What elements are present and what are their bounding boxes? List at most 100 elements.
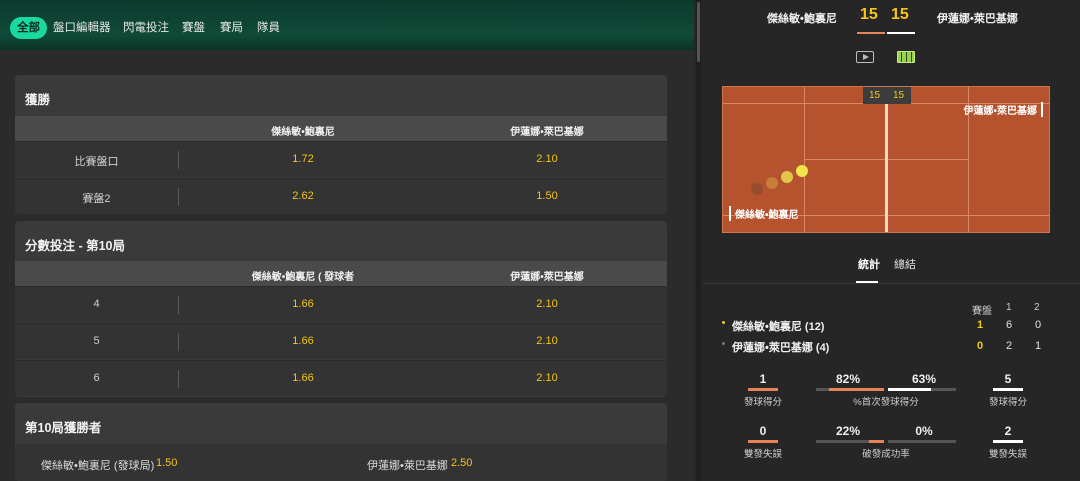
- aces-label: 發球得分: [743, 397, 782, 408]
- row-label: 6: [93, 372, 100, 384]
- set1-header: 1: [1006, 302, 1012, 313]
- video-icon[interactable]: [856, 51, 874, 63]
- player2-name: 伊蓮娜•萊巴基娜: [937, 13, 1018, 25]
- table-row: 賽盤2 2.62 1.50: [15, 178, 667, 214]
- player2-sets-won: 0: [976, 340, 984, 352]
- table-row: 比賽盤口 1.72 2.10: [15, 141, 667, 177]
- aces-p1-bar: [748, 388, 778, 391]
- court-player1-label: 傑絲敏•鮑裏尼: [729, 206, 799, 221]
- first-serve-p2-bar: [888, 388, 931, 391]
- player1-row-name: 傑絲敏•鮑裏尼 (12): [732, 321, 825, 333]
- player2-set1: 2: [1005, 340, 1013, 352]
- tab-stats[interactable]: 統計: [858, 256, 880, 272]
- odds-button[interactable]: 2.10: [427, 298, 667, 310]
- double-faults-p1-bar: [748, 440, 778, 443]
- divider: [178, 296, 179, 314]
- left-panel: 全部 盤口編輯器 閃電投注 賽盤 賽局 隊員 獲勝 傑絲敏•鮑裏尼 伊蓮娜•萊巴…: [0, 0, 694, 481]
- divider: [178, 333, 179, 351]
- serve-indicator: [722, 342, 725, 345]
- player1-set2: 0: [1034, 319, 1042, 331]
- first-serve-p1: 82%: [835, 372, 861, 386]
- break-points-p2: 0%: [915, 424, 933, 438]
- col-player1: 傑絲敏•鮑裏尼 ( 發球者: [251, 272, 355, 283]
- card-title: 第10局獲勝者: [25, 421, 102, 435]
- nav-flash-bet[interactable]: 閃電投注: [123, 17, 169, 39]
- scrollbar-thumb[interactable]: [697, 2, 700, 62]
- break-points-p1-bar: [869, 440, 884, 443]
- odds-button[interactable]: 2.10: [427, 372, 667, 384]
- odds-button[interactable]: 1.66: [183, 335, 423, 347]
- odds-button[interactable]: 2.62: [183, 190, 423, 202]
- col-player1: 傑絲敏•鮑裏尼: [271, 127, 335, 138]
- court-score: 15 15: [863, 87, 911, 104]
- ball-trail: [766, 177, 778, 189]
- player2-set2: 1: [1034, 340, 1042, 352]
- aces-p1: 1: [759, 372, 767, 386]
- game-winner-card: 第10局獲勝者 傑絲敏•鮑裏尼 (發球局) 1.50 伊蓮娜•萊巴基娜 2.50: [15, 403, 667, 481]
- odds-button[interactable]: 2.50: [451, 457, 472, 469]
- divider: [178, 151, 179, 169]
- top-nav: 全部 盤口編輯器 閃電投注 賽盤 賽局 隊員: [0, 0, 694, 50]
- player1-sets-won: 1: [976, 319, 984, 331]
- divider: [178, 188, 179, 206]
- table-row: 6 1.66 2.10: [15, 360, 667, 396]
- col-player2: 伊蓮娜•萊巴基娜: [510, 127, 584, 138]
- nav-sets[interactable]: 賽盤: [182, 17, 205, 39]
- ball-trail: [751, 183, 763, 195]
- tab-divider: [703, 283, 1080, 284]
- double-faults-p2-bar: [993, 440, 1023, 443]
- break-points-p1: 22%: [835, 424, 861, 438]
- double-faults-label: 雙發失誤: [743, 449, 782, 460]
- nav-games[interactable]: 賽局: [220, 17, 243, 39]
- odds-button[interactable]: 1.66: [183, 372, 423, 384]
- odds-button[interactable]: 1.66: [183, 298, 423, 310]
- odds-button[interactable]: 1.50: [156, 457, 177, 469]
- player1-score: 15: [860, 6, 878, 23]
- odds-button[interactable]: 1.72: [183, 153, 423, 165]
- ball-icon: [796, 165, 808, 177]
- tennis-court: 15 15 伊蓮娜•萊巴基娜 傑絲敏•鮑裏尼: [722, 86, 1050, 233]
- selection-label[interactable]: 伊蓮娜•萊巴基娜: [367, 457, 448, 473]
- col-player2: 伊蓮娜•萊巴基娜: [510, 272, 584, 283]
- tab-summary[interactable]: 總結: [894, 256, 916, 272]
- break-points-p2-bar-track: [888, 440, 956, 443]
- row-label: 5: [93, 335, 100, 347]
- scrollbar-track[interactable]: [696, 0, 701, 481]
- selection-label[interactable]: 傑絲敏•鮑裏尼 (發球局): [41, 457, 154, 473]
- odds-button[interactable]: 2.10: [427, 153, 667, 165]
- first-serve-label: %首次發球得分: [853, 397, 919, 408]
- first-serve-p2: 63%: [911, 372, 937, 386]
- nav-all[interactable]: 全部: [10, 17, 47, 39]
- first-serve-p1-bar: [829, 388, 884, 391]
- table-row: 5 1.66 2.10: [15, 323, 667, 359]
- game-winner-row: 傑絲敏•鮑裏尼 (發球局) 1.50 伊蓮娜•萊巴基娜 2.50: [15, 444, 667, 481]
- aces-p2: 5: [1004, 372, 1012, 386]
- header-row: 傑絲敏•鮑裏尼 ( 發球者 伊蓮娜•萊巴基娜: [15, 261, 667, 287]
- aces-p2-bar: [993, 388, 1023, 391]
- player1-name: 傑絲敏•鮑裏尼: [767, 13, 837, 25]
- court-icon[interactable]: [897, 51, 915, 63]
- ball-trail: [781, 171, 793, 183]
- divider: [178, 370, 179, 388]
- nav-bet-builder[interactable]: 盤口編輯器: [53, 17, 111, 39]
- card-title: 獲勝: [25, 93, 51, 107]
- court-player2-label: 伊蓮娜•萊巴基娜: [963, 102, 1043, 117]
- row-label: 比賽盤口: [74, 156, 119, 168]
- sets-header: 賽盤: [972, 306, 992, 317]
- serve-indicator: [722, 321, 725, 324]
- player2-underline: [887, 32, 915, 34]
- odds-button[interactable]: 2.10: [427, 335, 667, 347]
- double-faults-p2: 2: [1004, 424, 1012, 438]
- set2-header: 2: [1034, 302, 1040, 313]
- table-row: 4 1.66 2.10: [15, 286, 667, 322]
- odds-button[interactable]: 1.50: [427, 190, 667, 202]
- row-label: 賽盤2: [82, 193, 111, 205]
- player1-underline: [857, 32, 885, 34]
- double-faults-label: 雙發失誤: [988, 449, 1027, 460]
- right-panel: 傑絲敏•鮑裏尼 15 15 伊蓮娜•萊巴基娜 15 15 伊蓮娜•萊巴基娜 傑絲…: [703, 0, 1080, 481]
- row-label: 4: [93, 298, 100, 310]
- header-row: 傑絲敏•鮑裏尼 伊蓮娜•萊巴基娜: [15, 116, 667, 142]
- break-points-label: 破發成功率: [862, 449, 910, 460]
- player1-set1: 6: [1005, 319, 1013, 331]
- nav-players[interactable]: 隊員: [257, 17, 280, 39]
